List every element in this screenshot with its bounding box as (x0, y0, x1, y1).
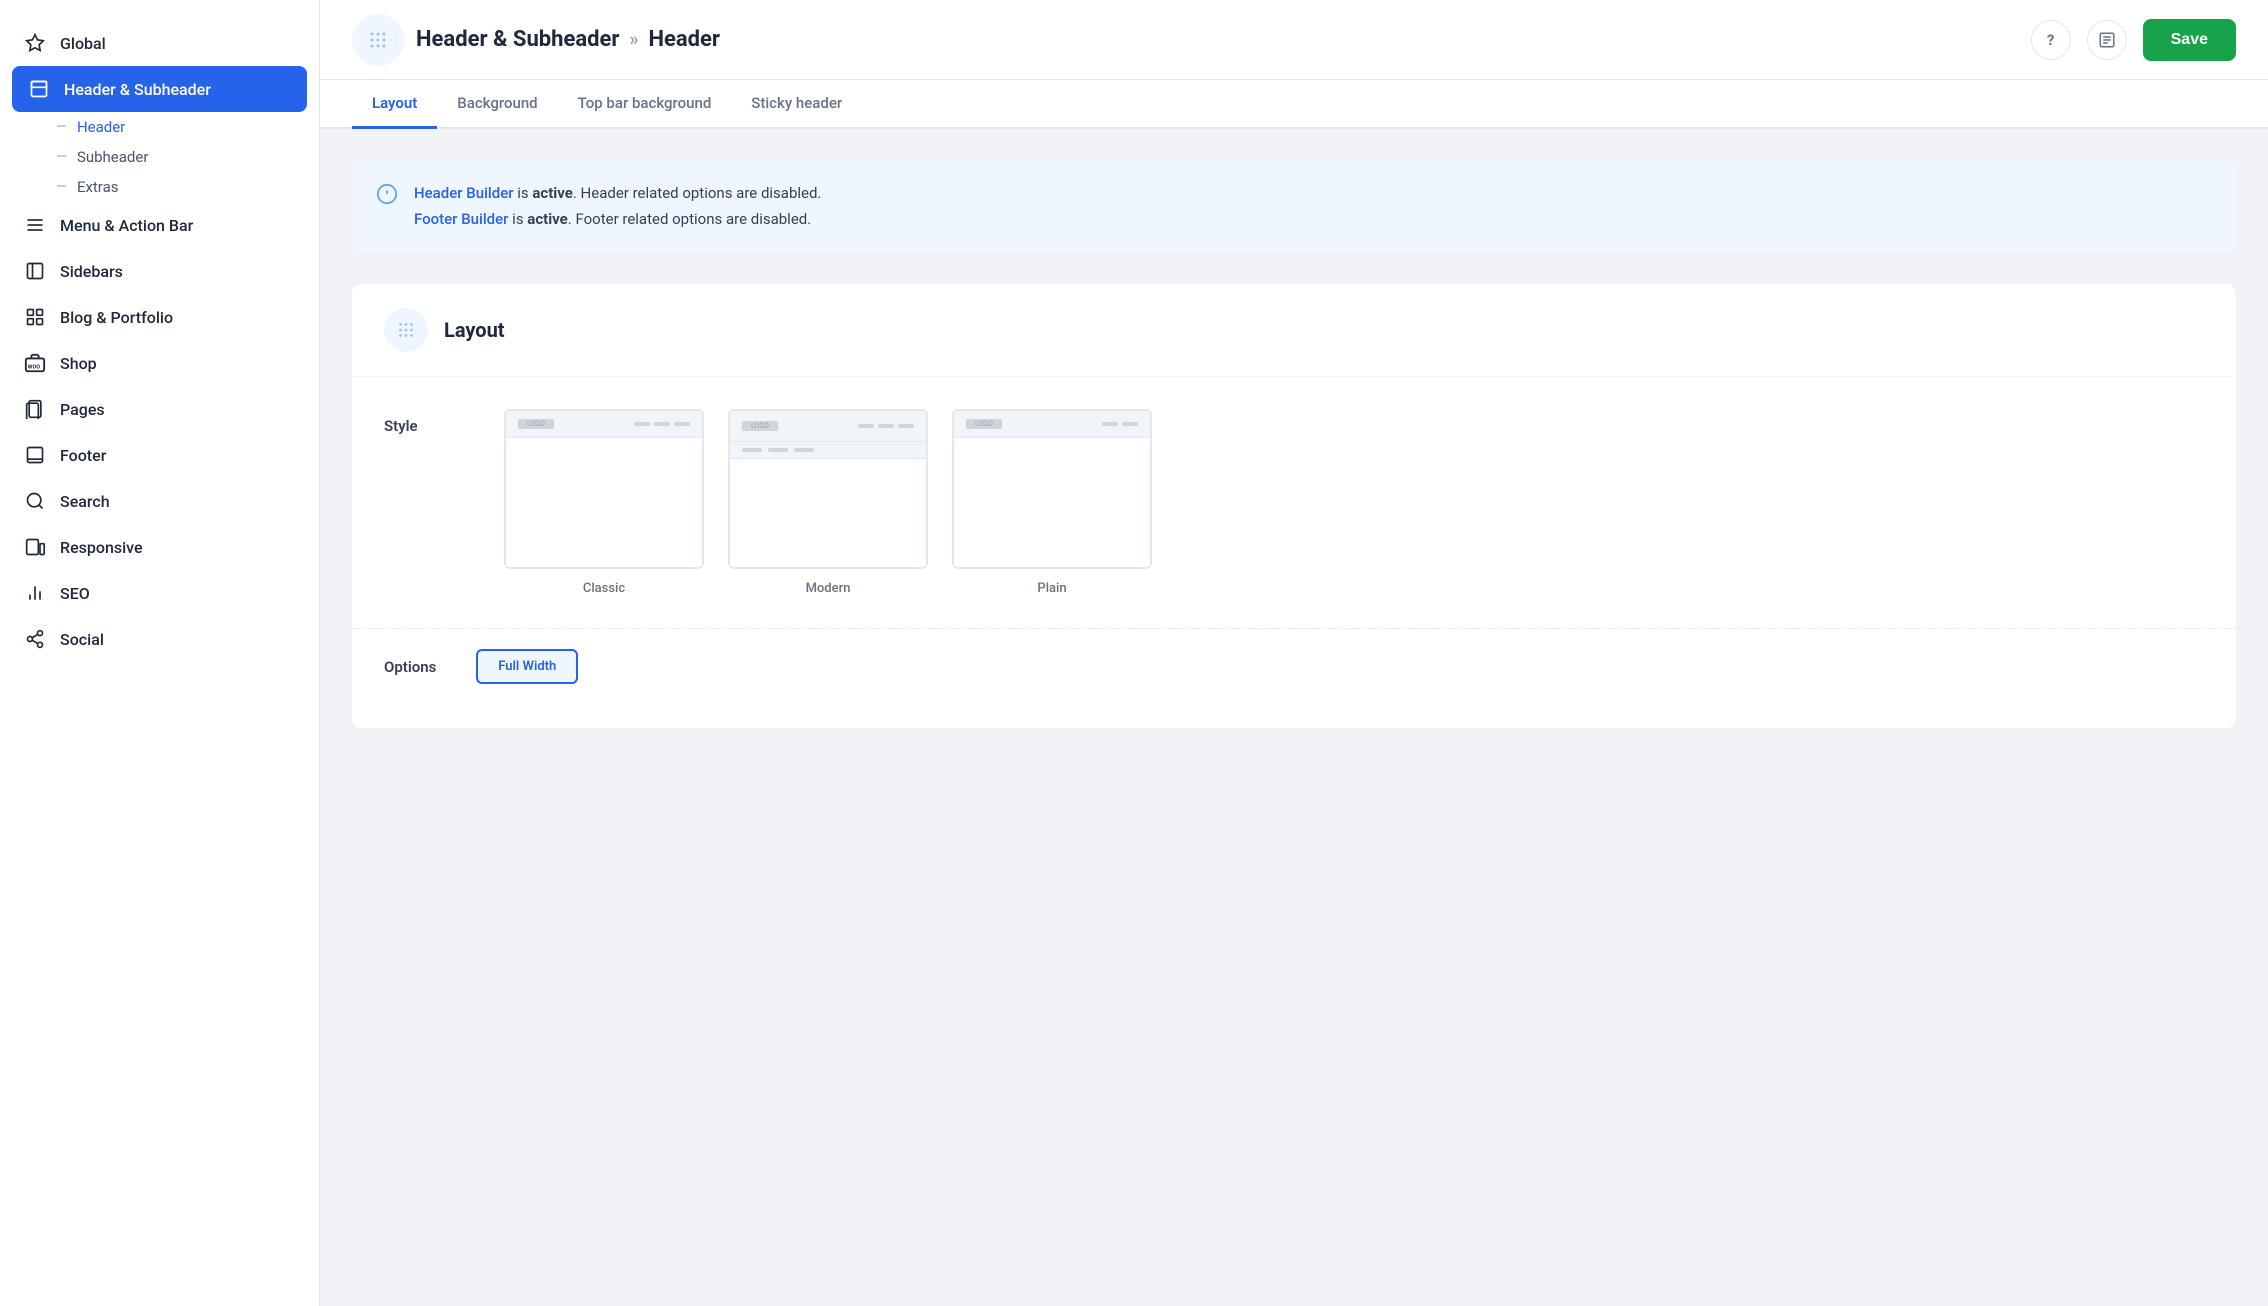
breadcrumb-title: Header & Subheader » Header (416, 27, 720, 52)
sidebar-sub-extras[interactable]: — Extras (0, 172, 319, 202)
footer-builder-status: active (527, 210, 568, 228)
sidebar-item-sidebars[interactable]: Sidebars (0, 248, 319, 294)
sidebar-item-pages[interactable]: Pages (0, 386, 319, 432)
options-pills: Full Width (476, 649, 578, 684)
star-icon (24, 32, 46, 54)
header-builder-status: active (532, 184, 573, 202)
grid-icon-btn[interactable] (352, 14, 404, 66)
help-icon-btn[interactable]: ? (2031, 20, 2071, 60)
style-name-classic: Classic (583, 581, 625, 596)
sidebar-item-social[interactable]: Social (0, 616, 319, 662)
notes-icon (2098, 31, 2116, 49)
tab-sticky-header[interactable]: Sticky header (731, 80, 862, 129)
style-option-classic[interactable]: LOGO Classic (504, 409, 704, 596)
footer-builder-link[interactable]: Footer Builder (414, 210, 508, 228)
style-label: Style (384, 409, 464, 435)
style-name-plain: Plain (1037, 581, 1066, 596)
sidebar-item-responsive-label: Responsive (60, 538, 143, 557)
notes-icon-btn[interactable] (2087, 20, 2127, 60)
style-options: LOGO Classic (504, 409, 1152, 596)
section-grid-icon (384, 308, 428, 352)
sidebar-item-search-label: Search (60, 492, 110, 511)
breadcrumb-current: Header (648, 27, 720, 52)
pages-icon (24, 398, 46, 420)
sidebar-sub-header[interactable]: — Header (0, 112, 319, 142)
style-section: Style LOGO (352, 377, 2236, 628)
save-button[interactable]: Save (2143, 19, 2236, 61)
sidebar-item-footer-label: Footer (60, 446, 106, 465)
header-builder-link[interactable]: Header Builder (414, 184, 514, 202)
sidebar-item-social-label: Social (60, 630, 104, 649)
breadcrumb-area: Header & Subheader » Header (352, 14, 720, 66)
search-icon (24, 490, 46, 512)
sidebar-item-pages-label: Pages (60, 400, 105, 419)
shop-icon: WOO (24, 352, 46, 374)
preview-logo-plain: LOGO (966, 419, 1002, 429)
sidebar-item-seo-label: SEO (60, 584, 90, 603)
info-banner: Header Builder is active. Header related… (352, 161, 2236, 252)
tab-layout[interactable]: Layout (352, 80, 437, 129)
sidebar-item-global-label: Global (60, 34, 106, 53)
section-header: Layout (352, 284, 2236, 377)
sidebar-item-menu-action-bar[interactable]: Menu & Action Bar (0, 202, 319, 248)
preview-logo-modern: LOGO (742, 421, 778, 431)
tab-background[interactable]: Background (437, 80, 557, 129)
blog-icon (24, 306, 46, 328)
sidebar-item-global[interactable]: Global (0, 20, 319, 66)
layout-section-card: Layout Style LOGO (352, 284, 2236, 728)
help-icon: ? (2047, 31, 2054, 49)
sidebar-item-blog-portfolio-label: Blog & Portfolio (60, 308, 173, 327)
top-header: Header & Subheader » Header ? Sav (320, 0, 2268, 80)
sidebar-item-search[interactable]: Search (0, 478, 319, 524)
main-content: Header & Subheader » Header ? Sav (320, 0, 2268, 1306)
info-icon (376, 183, 398, 205)
style-preview-classic: LOGO (504, 409, 704, 569)
tab-top-bar-background[interactable]: Top bar background (558, 80, 732, 129)
sidebar-item-header-subheader[interactable]: Header & Subheader (12, 66, 307, 112)
menu-icon (24, 214, 46, 236)
section-title: Layout (444, 318, 505, 342)
sidebar-item-menu-action-bar-label: Menu & Action Bar (60, 216, 193, 235)
preview-logo-classic: LOGO (518, 419, 554, 429)
pill-full-width[interactable]: Full Width (476, 649, 578, 684)
sidebar-item-seo[interactable]: SEO (0, 570, 319, 616)
sidebar-item-blog-portfolio[interactable]: Blog & Portfolio (0, 294, 319, 340)
svg-text:WOO: WOO (28, 365, 41, 371)
header-actions: ? Save (2031, 19, 2236, 61)
sidebar-sub-subheader[interactable]: — Subheader (0, 142, 319, 172)
options-section: Options Full Width (352, 628, 2236, 728)
content-area: Header Builder is active. Header related… (320, 129, 2268, 1306)
social-icon (24, 628, 46, 650)
sidebar-item-header-subheader-label: Header & Subheader (64, 80, 211, 99)
sidebar-item-shop-label: Shop (60, 354, 97, 373)
style-option-plain[interactable]: LOGO Plain (952, 409, 1152, 596)
style-preview-modern: LOGO (728, 409, 928, 569)
style-name-modern: Modern (806, 581, 851, 596)
sidebar-item-shop[interactable]: WOO Shop (0, 340, 319, 386)
sidebar-item-sidebars-label: Sidebars (60, 262, 123, 281)
style-option-modern[interactable]: LOGO (728, 409, 928, 596)
sidebars-icon (24, 260, 46, 282)
options-label: Options Full Width (384, 629, 2204, 696)
seo-icon (24, 582, 46, 604)
breadcrumb-separator: » (629, 29, 638, 50)
style-preview-plain: LOGO (952, 409, 1152, 569)
layout-icon (28, 78, 50, 100)
sidebar-item-responsive[interactable]: Responsive (0, 524, 319, 570)
sidebar-item-footer[interactable]: Footer (0, 432, 319, 478)
tabs-bar: Layout Background Top bar background Sti… (320, 80, 2268, 129)
footer-icon (24, 444, 46, 466)
info-banner-text: Header Builder is active. Header related… (414, 181, 821, 232)
responsive-icon (24, 536, 46, 558)
sidebar: Global Header & Subheader — Header — Sub… (0, 0, 320, 1306)
